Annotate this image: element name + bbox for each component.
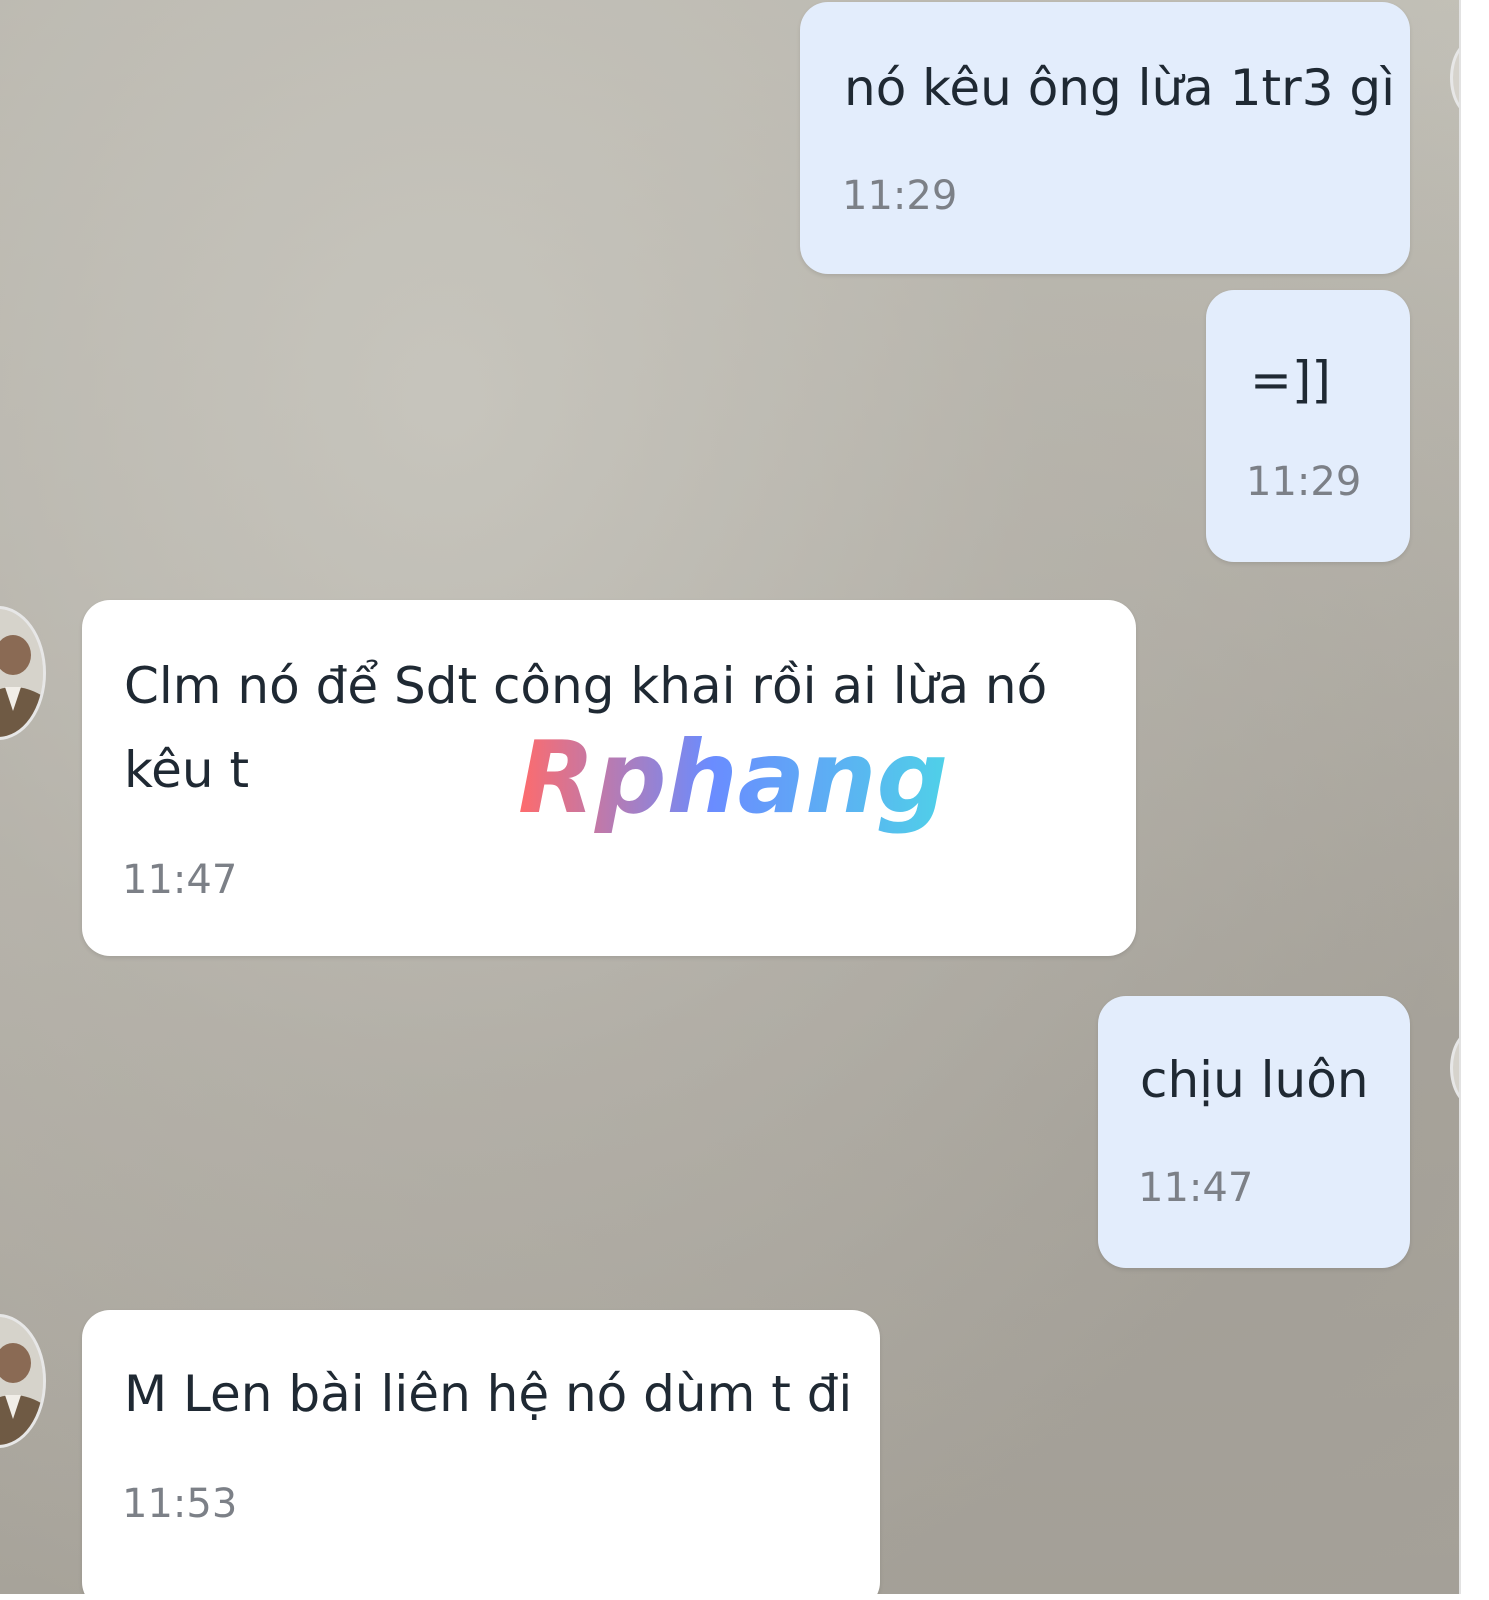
message-timestamp: 11:47: [1138, 1165, 1254, 1211]
watermark-logo: Rphang: [518, 722, 948, 836]
message-timestamp: 11:29: [1246, 459, 1362, 505]
message-text: M Len bài liên hệ nó dùm t đi: [124, 1365, 853, 1423]
contact-avatar[interactable]: [0, 606, 46, 740]
message-bubble-outgoing[interactable]: nó kêu ông lừa 1tr3 gì 11:29: [800, 2, 1410, 274]
message-bubble-incoming[interactable]: M Len bài liên hệ nó dùm t đi 11:53: [82, 1310, 880, 1600]
message-text: nó kêu ông lừa 1tr3 gì: [844, 59, 1396, 117]
message-timestamp: 11:29: [842, 173, 958, 219]
message-bubble-outgoing[interactable]: chịu luôn 11:47: [1098, 996, 1410, 1268]
message-text: =]]: [1250, 351, 1331, 409]
window-edge-bottom: [0, 1594, 1489, 1600]
person-avatar-icon: [0, 609, 43, 737]
contact-avatar[interactable]: [0, 1314, 46, 1448]
person-avatar-icon: [0, 1317, 43, 1445]
message-timestamp: 11:47: [122, 857, 238, 903]
watermark-text: Rphang: [518, 722, 948, 836]
message-timestamp: 11:53: [122, 1481, 238, 1527]
chat-conversation-area[interactable]: nó kêu ông lừa 1tr3 gì 11:29 =]] 11:29 C…: [0, 0, 1489, 1600]
window-edge: [1459, 0, 1489, 1600]
message-bubble-outgoing[interactable]: =]] 11:29: [1206, 290, 1410, 562]
message-text: chịu luôn: [1140, 1051, 1369, 1109]
